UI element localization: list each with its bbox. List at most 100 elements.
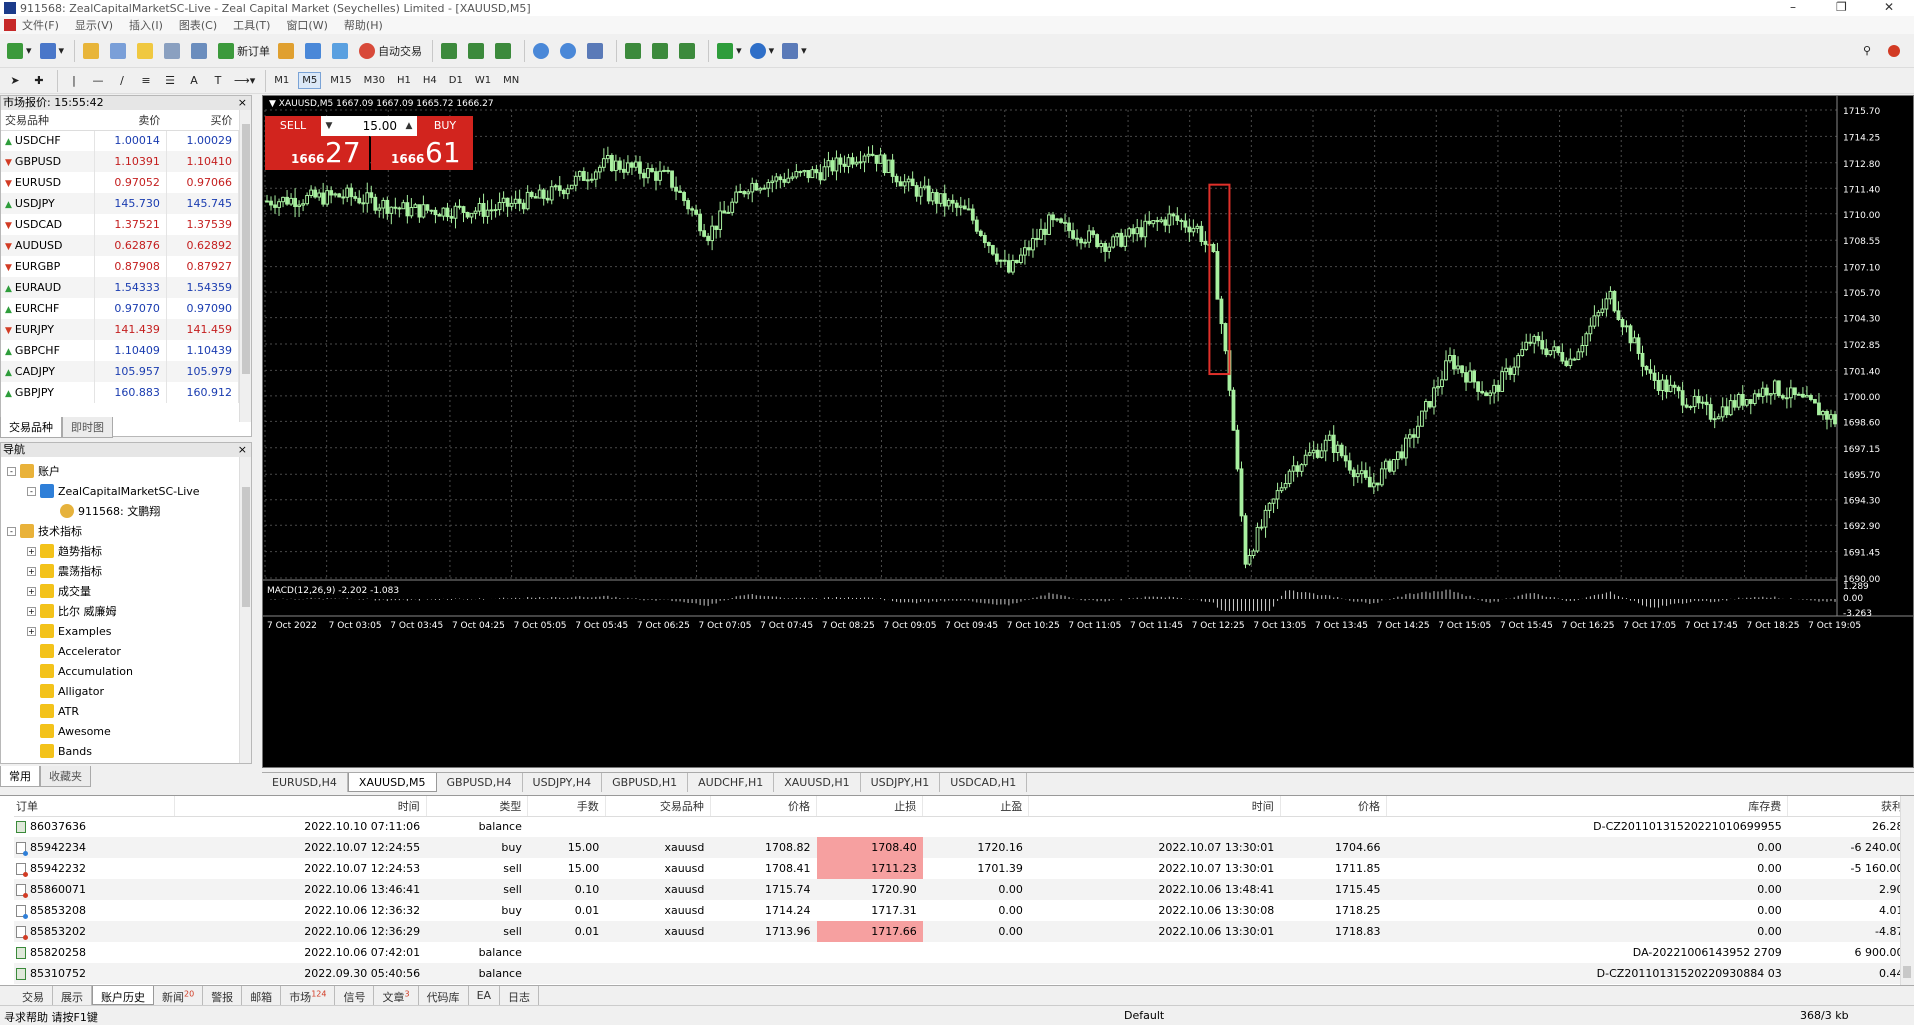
mw-tab[interactable]: 即时图 — [62, 417, 113, 438]
market-watch-row[interactable]: ▲ EURCHF 0.97070 0.97090 — [1, 298, 240, 319]
history-col-header[interactable]: 类型 — [426, 796, 529, 817]
market-watch-row[interactable]: ▼ EURJPY 141.439 141.459 — [1, 319, 240, 340]
navigator-tab[interactable]: 常用 — [0, 766, 40, 787]
navigator-scrollbar[interactable] — [239, 457, 251, 763]
history-row[interactable]: 85860071 2022.10.06 13:46:41 sell 0.10 xauus… — [14, 879, 1910, 900]
navigator-item[interactable]: + Examples — [1, 621, 251, 641]
history-col-header[interactable]: 订单 — [14, 796, 176, 817]
market-button[interactable] — [329, 40, 354, 62]
close-icon[interactable]: ✕ — [1884, 0, 1894, 14]
search-icon[interactable]: ⚲ — [1856, 40, 1878, 62]
history-row[interactable]: 86037636 2022.10.10 07:11:06 balance D-CZ20… — [14, 816, 1910, 837]
terminal-tab[interactable]: 警报 — [203, 986, 243, 1005]
market-watch-button[interactable] — [80, 40, 105, 62]
history-col-header[interactable]: 止损 — [816, 796, 924, 817]
navigator-item[interactable]: ATR — [1, 701, 251, 721]
navigator-button[interactable] — [134, 40, 159, 62]
history-col-header[interactable]: 手数 — [527, 796, 606, 817]
lots-up-icon[interactable]: ▲ — [401, 116, 417, 136]
timeframe-d1[interactable]: D1 — [446, 73, 466, 88]
sell-button[interactable]: SELL — [265, 116, 321, 136]
bar-chart-button[interactable] — [438, 40, 463, 62]
timeframe-m15[interactable]: M15 — [327, 73, 354, 88]
zoom-out-icon[interactable] — [557, 40, 582, 62]
history-col-header[interactable]: 交易品种 — [605, 796, 711, 817]
history-col-header[interactable]: 价格 — [1280, 796, 1387, 817]
chart-tab[interactable]: AUDCHF,H1 — [688, 773, 775, 792]
terminal-tab[interactable]: 邮箱 — [242, 986, 282, 1005]
text-icon[interactable]: A — [183, 70, 205, 92]
horizontal-line-icon[interactable]: — — [87, 70, 109, 92]
timeframe-h1[interactable]: H1 — [394, 73, 414, 88]
chart-tab[interactable]: USDCAD,H1 — [940, 773, 1028, 792]
expand-icon[interactable]: + — [27, 546, 36, 556]
collapse-icon[interactable]: - — [7, 526, 16, 536]
navigator-item[interactable]: Accelerator — [1, 641, 251, 661]
expand-icon[interactable]: + — [27, 626, 36, 636]
mw-tab[interactable]: 交易品种 — [0, 417, 62, 438]
trendline-icon[interactable]: ∕ — [111, 70, 133, 92]
history-row[interactable]: 85942232 2022.10.07 12:24:53 sell 15.00 xauu… — [14, 858, 1910, 879]
navigator-item[interactable]: + 比尔 威廉姆 — [1, 601, 251, 621]
navigator-item[interactable]: - 账户 — [1, 461, 251, 481]
terminal-tab[interactable]: 文章3 — [374, 986, 419, 1005]
navigator-tab[interactable]: 收藏夹 — [40, 766, 91, 787]
buy-button[interactable]: BUY — [417, 116, 473, 136]
market-watch-row[interactable]: ▼ AUDUSD 0.62876 0.62892 — [1, 235, 240, 256]
metaeditor-button[interactable] — [275, 40, 300, 62]
lots-down-icon[interactable]: ▼ — [321, 116, 337, 136]
navigator-item[interactable]: - ZealCapitalMarketSC-Live — [1, 481, 251, 501]
zoom-in-icon[interactable] — [530, 40, 555, 62]
tester-button[interactable] — [188, 40, 213, 62]
line-chart-button[interactable] — [492, 40, 517, 62]
expand-icon[interactable]: + — [27, 606, 36, 616]
navigator-item[interactable]: 911568: 文鹏翔 — [1, 501, 251, 521]
candlestick-button[interactable] — [465, 40, 490, 62]
history-row[interactable]: 85853202 2022.10.06 12:36:29 sell 0.01 xauus… — [14, 921, 1910, 942]
terminal-tab[interactable]: 代码库 — [419, 986, 469, 1005]
chart-window[interactable]: 1715.70 1714.25 1712.80 1711.40 1710.00 1708.… — [262, 95, 1914, 768]
vertical-line-icon[interactable]: | — [63, 70, 85, 92]
timeframe-w1[interactable]: W1 — [472, 73, 494, 88]
timeframe-mn[interactable]: MN — [500, 73, 522, 88]
data-window-button[interactable] — [107, 40, 132, 62]
terminal-tab[interactable]: 市场124 — [281, 986, 336, 1005]
mw-col-header[interactable]: 卖价 — [94, 110, 167, 131]
menu-item-3[interactable]: 图表(C) — [179, 17, 217, 33]
notifications-icon[interactable] — [1884, 40, 1906, 62]
crosshair-icon[interactable]: ✚ — [28, 70, 50, 92]
chart-tab[interactable]: XAUUSD,H1 — [774, 773, 861, 792]
text-label-icon[interactable]: T — [207, 70, 229, 92]
history-col-header[interactable]: 获利 — [1787, 796, 1910, 817]
equidistant-channel-icon[interactable]: ≡ — [135, 70, 157, 92]
navigator-item[interactable]: + 震荡指标 — [1, 561, 251, 581]
tile-windows-button[interactable] — [584, 40, 609, 62]
indicators-button[interactable] — [676, 40, 701, 62]
market-watch-row[interactable]: ▼ USDCAD 1.37521 1.37539 — [1, 214, 240, 235]
chart-tab[interactable]: GBPUSD,H4 — [437, 773, 523, 792]
add-indicator-button[interactable]: ▾ — [714, 40, 745, 62]
menu-item-2[interactable]: 插入(I) — [129, 17, 163, 33]
timeframe-m30[interactable]: M30 — [361, 73, 388, 88]
market-watch-row[interactable]: ▲ USDJPY 145.730 145.745 — [1, 193, 240, 214]
terminal-tab[interactable]: 信号 — [335, 986, 375, 1005]
collapse-icon[interactable]: - — [7, 466, 16, 476]
close-icon[interactable]: × — [238, 443, 247, 457]
history-scrollbar[interactable] — [1900, 796, 1914, 986]
history-row[interactable]: 85853208 2022.10.06 12:36:32 buy 0.01 xauusd… — [14, 900, 1910, 921]
chart-shift-button[interactable] — [622, 40, 647, 62]
chart-tab[interactable]: EURUSD,H4 — [262, 773, 348, 792]
market-watch-row[interactable]: ▼ EURUSD 0.97052 0.97066 — [1, 172, 240, 193]
chart-tab[interactable]: XAUUSD,M5 — [347, 773, 437, 792]
terminal-tab[interactable]: EA — [469, 986, 501, 1005]
history-col-header[interactable]: 时间 — [1028, 796, 1281, 817]
timeframe-m5[interactable]: M5 — [298, 72, 322, 89]
market-watch-row[interactable]: ▲ GBPJPY 160.883 160.912 — [1, 382, 240, 403]
navigator-item[interactable]: + 成交量 — [1, 581, 251, 601]
market-watch-scrollbar[interactable] — [239, 110, 251, 422]
cursor-icon[interactable]: ➤ — [4, 70, 26, 92]
templates-button[interactable]: ▾ — [779, 40, 810, 62]
market-watch-row[interactable]: ▲ EURAUD 1.54333 1.54359 — [1, 277, 240, 298]
periods-button[interactable]: ▾ — [747, 40, 778, 62]
menu-item-5[interactable]: 窗口(W) — [286, 17, 327, 33]
